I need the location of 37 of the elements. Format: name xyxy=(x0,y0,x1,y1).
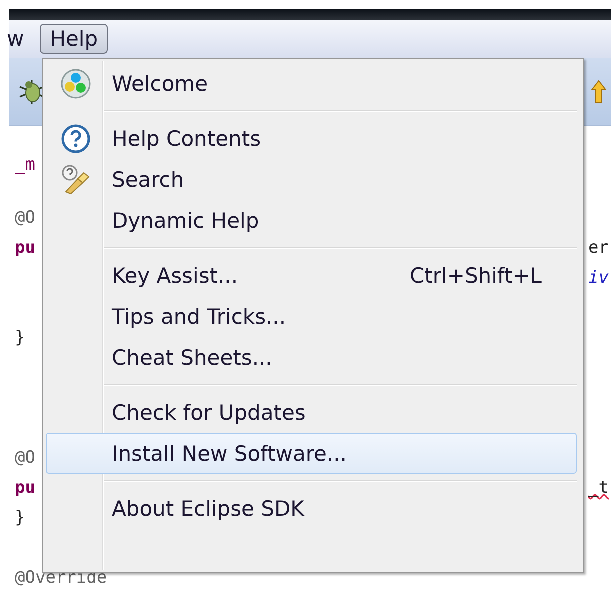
menu-item[interactable]: Tips and Tricks... xyxy=(46,296,577,337)
menu-item-label: Check for Updates xyxy=(111,400,307,424)
code-text: pu xyxy=(15,238,36,258)
menu-item[interactable]: Install New Software... xyxy=(46,433,577,474)
menu-item[interactable]: Key Assist... Ctrl+Shift+L xyxy=(46,255,577,296)
circles-icon xyxy=(60,68,92,100)
code-text: } xyxy=(15,328,26,348)
menu-item-label: Tips and Tricks... xyxy=(111,304,288,328)
menu-item-label: Key Assist... xyxy=(111,264,240,288)
menu-item[interactable]: Help xyxy=(40,24,108,54)
menu-item[interactable]: w xyxy=(0,24,34,54)
menu-item[interactable]: Search xyxy=(46,159,577,200)
shortcut-text: Ctrl+Shift+L xyxy=(410,264,542,288)
code-text: @Override xyxy=(15,568,108,588)
menu-item[interactable]: Welcome xyxy=(46,63,577,104)
code-text: _m xyxy=(15,155,36,175)
menu-item-label: Install New Software... xyxy=(111,442,348,466)
menu-item-label: Cheat Sheets... xyxy=(111,346,274,370)
code-text: pu xyxy=(15,478,36,498)
menu-item-label: Help Contents xyxy=(111,126,262,150)
menu-item[interactable]: Check for Updates xyxy=(46,392,577,433)
code-text: @O xyxy=(15,208,36,228)
menu-item[interactable]: Dynamic Help xyxy=(46,200,577,241)
code-text: } xyxy=(15,508,26,528)
menu-item[interactable]: Cheat Sheets... xyxy=(46,337,577,378)
menu-item-label: About Eclipse SDK xyxy=(111,496,306,520)
code-text: iv xyxy=(588,268,609,288)
menu-item[interactable]: Help Contents xyxy=(46,118,577,159)
menu-item[interactable]: About Eclipse SDK xyxy=(46,488,577,529)
menu-item-label: Welcome xyxy=(111,72,210,96)
menu-item-label: Search xyxy=(111,168,186,192)
code-text: er xyxy=(588,238,609,258)
help-icon xyxy=(60,124,90,154)
search-icon xyxy=(60,164,92,196)
code-text: _t xyxy=(588,478,609,498)
menu-item-label: Dynamic Help xyxy=(111,208,260,232)
code-text: @O xyxy=(15,448,36,468)
